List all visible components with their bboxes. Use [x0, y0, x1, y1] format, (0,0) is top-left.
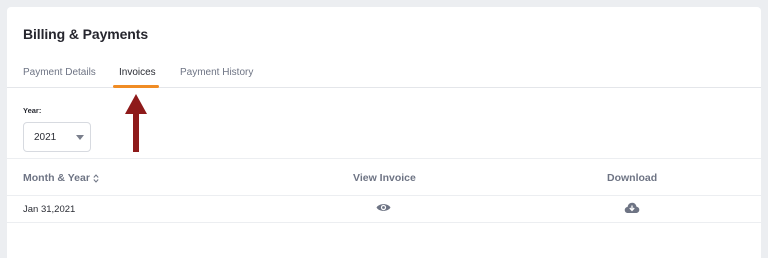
arrow-up-icon — [125, 94, 147, 152]
year-select-value: 2021 — [34, 132, 57, 143]
column-header-month-year[interactable]: Month & Year — [23, 172, 99, 184]
column-header-view-invoice: View Invoice — [353, 172, 416, 184]
invoice-table-header: Month & Year View Invoice Download — [7, 158, 761, 196]
eye-icon[interactable] — [376, 202, 391, 213]
tab-payment-history[interactable]: Payment History — [180, 67, 253, 78]
tab-invoices[interactable]: Invoices — [119, 67, 156, 78]
tab-payment-details[interactable]: Payment Details — [23, 67, 96, 78]
column-label-month-year: Month & Year — [23, 172, 90, 184]
table-row: Jan 31,2021 — [7, 196, 761, 223]
year-select[interactable]: 2021 — [23, 122, 91, 152]
page-title: Billing & Payments — [23, 26, 149, 42]
billing-card: Billing & Payments Payment Details Invoi… — [7, 7, 761, 258]
sort-icon — [93, 173, 99, 183]
year-label: Year: — [23, 106, 42, 115]
tab-bar: Payment Details Invoices Payment History — [7, 65, 761, 88]
cloud-download-icon[interactable] — [624, 202, 640, 214]
active-tab-indicator — [113, 85, 159, 88]
chevron-down-icon — [76, 135, 84, 140]
column-header-download: Download — [607, 172, 658, 184]
invoice-date: Jan 31,2021 — [23, 204, 76, 215]
